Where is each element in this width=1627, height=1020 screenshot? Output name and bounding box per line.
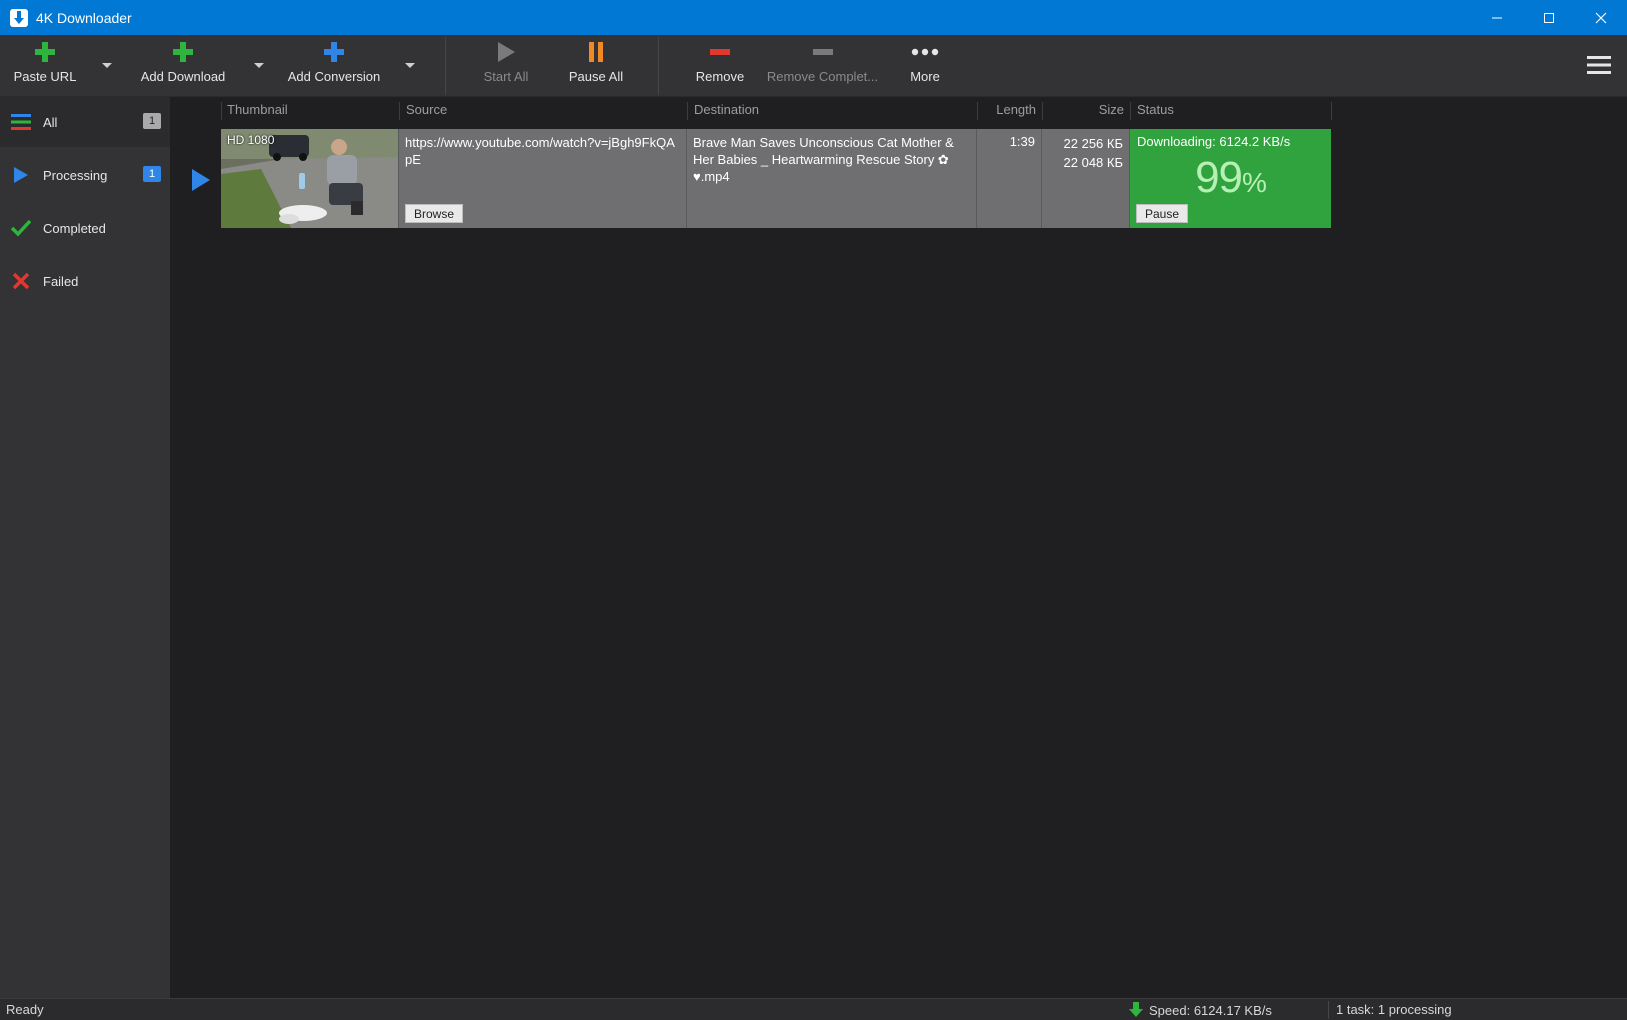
progress-percent-value: 99 — [1195, 153, 1243, 202]
ready-status: Ready — [6, 1002, 44, 1017]
task-summary: 1 task: 1 processing — [1336, 1002, 1452, 1017]
progress-percent: 99% — [1130, 153, 1331, 203]
column-header-thumbnail[interactable]: Thumbnail — [227, 97, 288, 123]
pause-all-label: Pause All — [568, 69, 624, 84]
column-header-source[interactable]: Source — [406, 97, 447, 123]
toolbar-divider — [658, 37, 659, 95]
sidebar-item-completed[interactable]: Completed — [0, 203, 170, 253]
column-header-length[interactable]: Length — [980, 97, 1036, 123]
plus-icon — [324, 42, 344, 62]
download-arrow-icon — [1129, 1002, 1143, 1017]
add-conversion-label: Add Conversion — [287, 69, 381, 84]
column-header-size[interactable]: Size — [1045, 97, 1124, 123]
speed-indicator: Speed: 6124.17 KB/s — [1128, 1002, 1272, 1018]
play-icon — [498, 42, 515, 62]
paste-url-label: Paste URL — [13, 69, 77, 84]
size-downloaded: 22 048 КБ — [1063, 155, 1123, 170]
column-divider — [1130, 102, 1131, 120]
column-divider — [1042, 102, 1043, 120]
download-list: Thumbnail Source Destination Length Size… — [170, 97, 1627, 998]
app-logo-icon — [10, 8, 28, 27]
size-cell: 22 256 КБ 22 048 КБ — [1042, 129, 1130, 228]
row-play-icon[interactable] — [190, 167, 212, 193]
plus-icon — [173, 42, 193, 62]
paste-url-dropdown-icon[interactable] — [101, 59, 113, 71]
start-all-label: Start All — [483, 69, 529, 84]
column-divider — [221, 102, 222, 120]
source-cell: https://www.youtube.com/watch?v=jBgh9FkQ… — [399, 129, 687, 228]
paste-url-button[interactable]: Paste URL — [12, 35, 78, 97]
speed-text: Speed: 6124.17 KB/s — [1149, 1002, 1272, 1018]
video-thumbnail[interactable]: HD 1080 — [221, 129, 399, 228]
maximize-icon — [1544, 12, 1554, 23]
add-conversion-dropdown-icon[interactable] — [404, 59, 416, 71]
count-badge: 1 — [143, 166, 161, 182]
progress-percent-sign: % — [1242, 167, 1267, 198]
check-icon — [11, 218, 31, 238]
pause-all-button[interactable]: Pause All — [566, 35, 626, 97]
video-length: 1:39 — [1009, 134, 1035, 149]
count-badge: 1 — [143, 113, 161, 129]
source-url: https://www.youtube.com/watch?v=jBgh9FkQ… — [405, 135, 675, 167]
status-text: Downloading: 6124.2 KB/s — [1137, 134, 1291, 149]
status-cell: Downloading: 6124.2 KB/s 99% Pause — [1130, 129, 1331, 228]
remove-completed-button[interactable]: Remove Complet... — [765, 35, 880, 97]
add-download-dropdown-icon[interactable] — [253, 59, 265, 71]
window-title: 4K Downloader — [36, 9, 132, 26]
add-download-label: Add Download — [140, 69, 226, 84]
toolbar: Paste URL Add Download Add Conversion St… — [0, 35, 1627, 97]
title-bar: 4K Downloader — [0, 0, 1627, 35]
sidebar-item-label: Processing — [43, 167, 108, 183]
column-divider — [977, 102, 978, 120]
destination-filename: Brave Man Saves Unconscious Cat Mother &… — [693, 135, 954, 184]
remove-label: Remove — [695, 69, 745, 84]
column-divider — [1331, 102, 1332, 120]
sidebar-item-processing[interactable]: Processing 1 — [0, 150, 170, 200]
play-icon — [11, 165, 31, 185]
add-download-button[interactable]: Add Download — [135, 35, 231, 97]
sidebar-item-label: Completed — [43, 220, 106, 236]
minus-icon — [710, 49, 730, 55]
sidebar-item-label: Failed — [43, 273, 79, 289]
more-dots-icon — [911, 48, 939, 56]
plus-icon — [35, 42, 55, 62]
maximize-button[interactable] — [1523, 0, 1575, 35]
close-button[interactable] — [1575, 0, 1627, 35]
quality-badge: HD 1080 — [227, 133, 275, 147]
sidebar-item-all[interactable]: All 1 — [0, 97, 170, 147]
start-all-button[interactable]: Start All — [478, 35, 534, 97]
status-divider — [1328, 1001, 1329, 1019]
status-bar: Ready Speed: 6124.17 KB/s 1 task: 1 proc… — [0, 998, 1627, 1020]
pause-button[interactable]: Pause — [1136, 204, 1189, 223]
destination-cell: Brave Man Saves Unconscious Cat Mother &… — [687, 129, 977, 228]
app-window: 4K Downloader Paste URL Add Download Add… — [0, 0, 1627, 1020]
column-divider — [687, 102, 688, 120]
hamburger-menu-icon[interactable] — [1587, 55, 1611, 75]
minimize-button[interactable] — [1471, 0, 1523, 35]
minimize-icon — [1492, 17, 1502, 18]
sidebar-item-label: All — [43, 114, 58, 130]
toolbar-divider — [445, 37, 446, 95]
x-icon — [11, 271, 31, 291]
browse-button[interactable]: Browse — [405, 204, 464, 223]
size-total: 22 256 КБ — [1063, 136, 1123, 151]
sidebar-item-failed[interactable]: Failed — [0, 256, 170, 306]
sidebar: All 1 Processing 1 Completed Failed — [0, 97, 170, 998]
column-header-destination[interactable]: Destination — [694, 97, 759, 123]
more-button[interactable]: More — [900, 35, 950, 97]
length-cell: 1:39 — [977, 129, 1042, 228]
close-icon — [1595, 12, 1607, 23]
more-label: More — [910, 69, 940, 84]
add-conversion-button[interactable]: Add Conversion — [284, 35, 384, 97]
minus-icon — [812, 49, 833, 55]
column-divider — [399, 102, 400, 120]
list-icon — [11, 112, 31, 132]
pause-icon — [589, 42, 603, 62]
remove-button[interactable]: Remove — [690, 35, 750, 97]
column-header-status[interactable]: Status — [1137, 97, 1174, 123]
remove-completed-label: Remove Complet... — [766, 69, 879, 84]
